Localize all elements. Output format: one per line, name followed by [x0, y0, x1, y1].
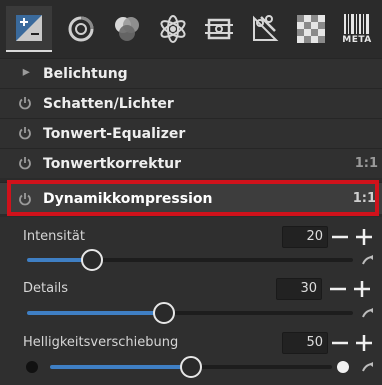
- intensitaet-slider-knob[interactable]: [81, 249, 104, 271]
- minus-button[interactable]: [330, 333, 350, 353]
- slider-fill: [27, 311, 164, 315]
- checkerboard-tab-icon: [297, 15, 325, 43]
- power-icon[interactable]: [18, 96, 32, 110]
- minus-button[interactable]: [328, 279, 348, 299]
- meta-label: META: [342, 35, 372, 45]
- preview-ratio-badge: 1:1: [354, 156, 378, 171]
- dark-endpoint-dot: [26, 361, 38, 373]
- tool-row-schatten-lichter[interactable]: Schatten/Lichter: [0, 88, 382, 118]
- exposure-tab-icon: [16, 15, 42, 41]
- slider-label-helligkeitsverschiebung: Helligkeitsverschiebung: [23, 335, 179, 350]
- plus-button[interactable]: [354, 333, 374, 353]
- detail-tab-icon: [68, 16, 94, 42]
- intensitaet-slider-track[interactable]: [27, 258, 353, 262]
- power-icon[interactable]: [18, 126, 32, 140]
- slider-label-intensitaet: Intensität: [23, 229, 85, 244]
- exposure-tab[interactable]: [6, 6, 52, 52]
- tool-row-tonwert-equalizer[interactable]: Tonwert-Equalizer: [0, 118, 382, 148]
- preview-ratio-badge: 1:1: [352, 191, 376, 206]
- metadata-tab-icon: [344, 14, 369, 34]
- plus-button[interactable]: [354, 227, 374, 247]
- reset-icon[interactable]: [362, 255, 374, 265]
- raw-tab-icon: [253, 15, 279, 41]
- details-slider-knob[interactable]: [152, 302, 175, 324]
- light-endpoint-dot: [337, 361, 349, 373]
- advanced-tab-icon: [160, 15, 186, 43]
- tool-tab-bar: META: [0, 0, 382, 58]
- reset-icon[interactable]: [362, 362, 374, 372]
- tool-row-tonwertkorrektur[interactable]: Tonwertkorrektur 1:1: [0, 148, 382, 178]
- tool-row-label: Belichtung: [43, 65, 128, 82]
- dynamikkompression-panel: Intensität 20 Details 30 Helligkeitsvers…: [0, 217, 382, 385]
- minus-button[interactable]: [330, 227, 350, 247]
- helligkeit-slider-knob[interactable]: [180, 356, 202, 378]
- metadata-tab[interactable]: META: [334, 6, 380, 52]
- reset-icon[interactable]: [362, 308, 374, 318]
- tool-row-label: Dynamikkompression: [43, 190, 213, 207]
- transform-tab-icon: [205, 18, 233, 40]
- tool-row-label: Tonwert-Equalizer: [43, 125, 186, 142]
- slider-fill: [50, 365, 191, 369]
- triangle-expand-icon[interactable]: [22, 68, 32, 78]
- details-slider-track[interactable]: [27, 311, 353, 315]
- raw-tab[interactable]: [242, 6, 288, 52]
- power-icon[interactable]: [18, 192, 32, 206]
- details-value-input[interactable]: 30: [276, 278, 322, 300]
- advanced-tab[interactable]: [150, 6, 196, 52]
- power-icon[interactable]: [18, 156, 32, 170]
- transform-tab[interactable]: [196, 6, 242, 52]
- slider-label-details: Details: [23, 281, 69, 296]
- tool-row-label: Tonwertkorrektur: [43, 155, 182, 172]
- tool-row-belichtung[interactable]: Belichtung: [0, 58, 382, 88]
- color-tab-icon: [115, 17, 139, 41]
- color-tab[interactable]: [104, 6, 150, 52]
- tool-row-dynamikkompression[interactable]: Dynamikkompression 1:1: [0, 182, 382, 214]
- detail-tab[interactable]: [58, 6, 104, 52]
- tool-row-label: Schatten/Lichter: [43, 95, 174, 112]
- checkerboard-tab[interactable]: [288, 6, 334, 52]
- intensitaet-value-input[interactable]: 20: [282, 226, 328, 248]
- helligkeit-value-input[interactable]: 50: [282, 332, 328, 354]
- plus-button[interactable]: [352, 279, 372, 299]
